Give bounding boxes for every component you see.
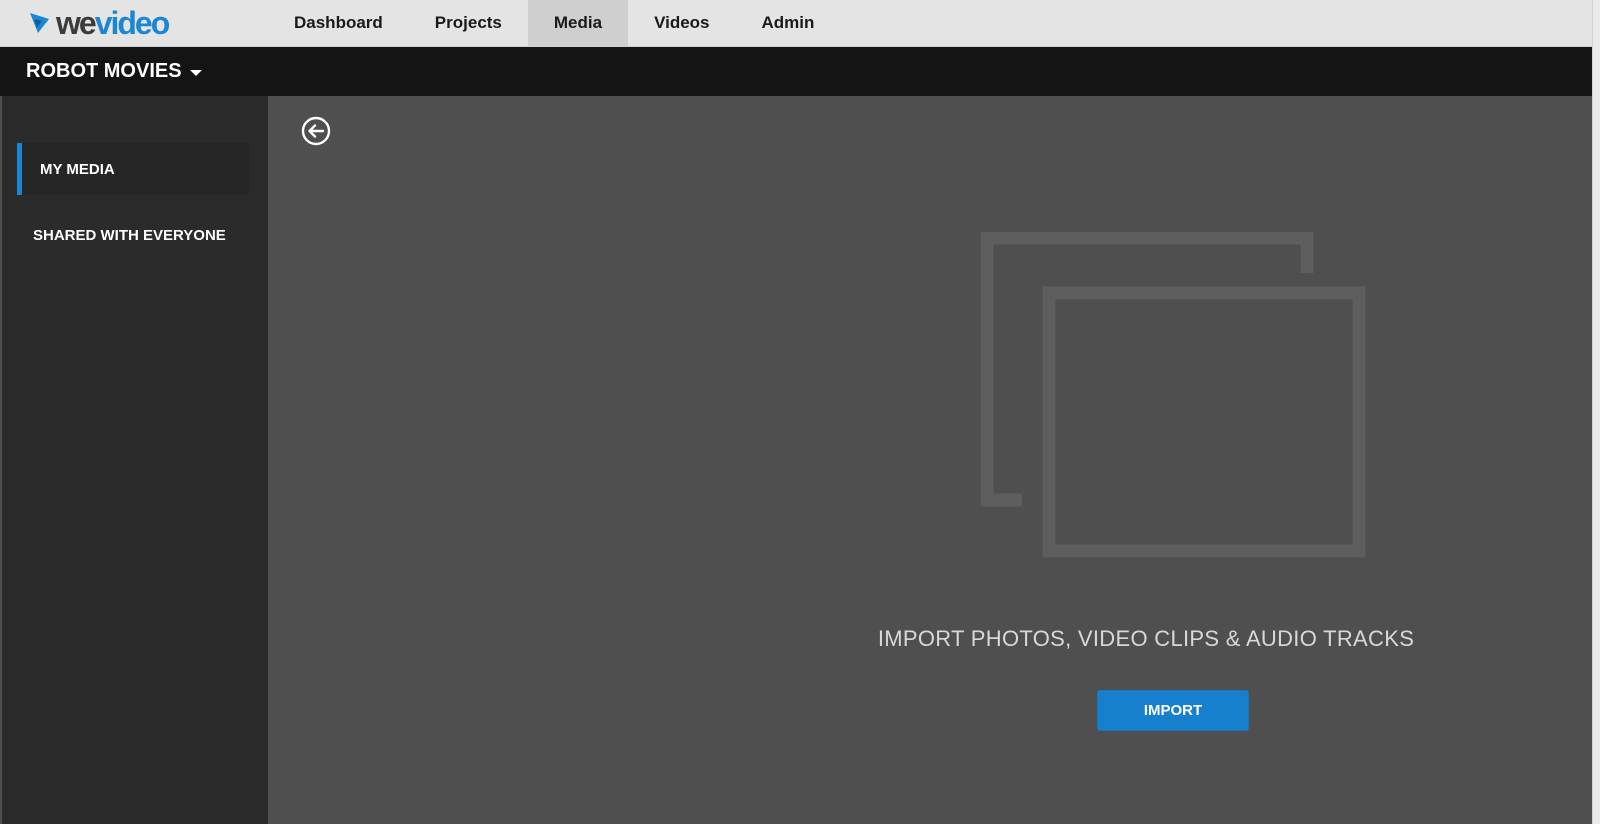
media-panel: IMPORT PHOTOS, VIDEO CLIPS & AUDIO TRACK…: [268, 96, 1592, 824]
top-navigation-bar: wevideo Dashboard Projects Media Videos …: [0, 0, 1600, 47]
nav-dashboard[interactable]: Dashboard: [268, 0, 409, 46]
project-title: ROBOT MOVIES: [26, 60, 182, 82]
logo-text-we: we: [56, 5, 97, 41]
nav-videos[interactable]: Videos: [628, 0, 735, 46]
nav-projects[interactable]: Projects: [409, 0, 528, 46]
sidebar-item-shared-with-everyone[interactable]: SHARED WITH EVERYONE: [17, 209, 249, 261]
import-button[interactable]: IMPORT: [1097, 690, 1249, 731]
sidebar-item-label: SHARED WITH EVERYONE: [33, 226, 226, 244]
media-sidebar: MY MEDIA SHARED WITH EVERYONE: [2, 96, 268, 824]
empty-state-message: IMPORT PHOTOS, VIDEO CLIPS & AUDIO TRACK…: [877, 626, 1415, 651]
scrollbar[interactable]: [1592, 0, 1600, 824]
nav-admin[interactable]: Admin: [736, 0, 841, 46]
sidebar-item-label: MY MEDIA: [40, 160, 115, 178]
media-stack-icon: [980, 232, 1366, 558]
project-selector[interactable]: ROBOT MOVIES: [26, 47, 202, 96]
sidebar-item-my-media[interactable]: MY MEDIA: [17, 143, 249, 195]
nav-media[interactable]: Media: [527, 0, 629, 46]
wevideo-logo[interactable]: wevideo: [28, 5, 171, 41]
back-arrow-icon[interactable]: [301, 116, 331, 146]
main-nav: Dashboard Projects Media Videos Admin: [268, 0, 840, 46]
project-bar: ROBOT MOVIES: [0, 47, 1592, 96]
chevron-down-icon: [189, 69, 202, 76]
logo-text-video: video: [94, 5, 171, 41]
wevideo-logo-icon: [30, 13, 49, 33]
